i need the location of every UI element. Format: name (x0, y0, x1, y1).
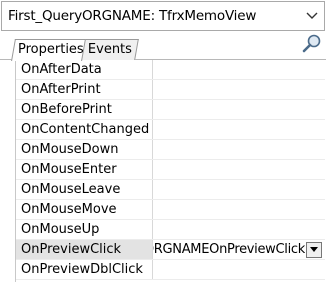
grid-row[interactable]: OnMouseEnter (16, 160, 325, 180)
event-value[interactable] (153, 80, 325, 99)
tab-events[interactable]: Events (81, 39, 139, 60)
event-value[interactable] (153, 220, 325, 239)
event-name: OnMouseMove (16, 200, 153, 219)
event-value[interactable] (153, 100, 325, 119)
event-value[interactable] (153, 200, 325, 219)
event-name: OnMouseEnter (16, 160, 153, 179)
event-name: OnAfterPrint (16, 80, 153, 99)
triangle-down-icon[interactable] (306, 241, 322, 258)
inspector-tab-strip: Properties Events (0, 36, 326, 61)
grid-row[interactable]: OnAfterPrint (16, 80, 325, 100)
event-grid: OnAfterData OnAfterPrint OnBeforePrint O… (15, 60, 325, 282)
event-value[interactable] (153, 60, 325, 79)
event-name: OnBeforePrint (16, 100, 153, 119)
grid-row[interactable]: OnMouseLeave (16, 180, 325, 200)
event-name: OnContentChanged (16, 120, 153, 139)
magnifier-icon[interactable] (301, 33, 323, 53)
grid-row[interactable]: OnContentChanged (16, 120, 325, 140)
tab-events-label: Events (87, 42, 132, 57)
grid-row-selected[interactable]: OnPreviewClick First_QueryORGNAMEOnPrevi… (16, 240, 325, 260)
grid-row[interactable]: OnBeforePrint (16, 100, 325, 120)
event-name: OnMouseLeave (16, 180, 153, 199)
event-value[interactable]: First_QueryORGNAMEOnPreviewClick (153, 240, 305, 259)
tab-properties[interactable]: Properties (11, 39, 86, 61)
event-value[interactable] (153, 120, 325, 139)
event-value[interactable] (153, 180, 325, 199)
event-name: OnAfterData (16, 60, 153, 79)
event-name: OnPreviewClick (16, 240, 153, 259)
event-value[interactable] (153, 140, 325, 159)
grid-row[interactable]: OnAfterData (16, 60, 325, 80)
tab-properties-label: Properties (18, 42, 84, 57)
object-selector-combo[interactable]: First_QueryORGNAME: TfrxMemoView (1, 1, 325, 31)
event-value[interactable] (153, 160, 325, 179)
object-selector-value: First_QueryORGNAME: TfrxMemoView (8, 8, 257, 24)
event-value-editor[interactable]: First_QueryORGNAMEOnPreviewClick (153, 240, 325, 259)
event-value[interactable] (153, 260, 325, 279)
event-name: OnMouseDown (16, 140, 153, 159)
event-name: OnPreviewDblClick (16, 260, 153, 279)
event-name: OnMouseUp (16, 220, 153, 239)
grid-row[interactable]: OnPreviewDblClick (16, 260, 325, 280)
grid-row[interactable]: OnMouseMove (16, 200, 325, 220)
chevron-down-icon[interactable] (300, 2, 324, 30)
grid-row[interactable]: OnMouseUp (16, 220, 325, 240)
grid-row[interactable]: OnMouseDown (16, 140, 325, 160)
